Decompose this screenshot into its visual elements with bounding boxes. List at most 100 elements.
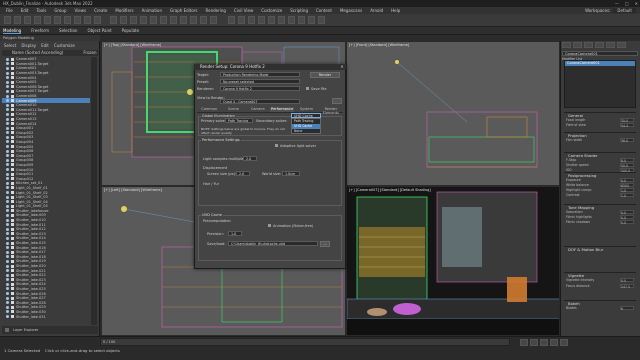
param-value[interactable]: 6 (620, 306, 634, 311)
visibility-icon[interactable] (6, 278, 9, 282)
visibility-icon[interactable] (6, 76, 9, 80)
prev-frame-icon[interactable] (530, 339, 538, 346)
rollout-tone-mapping[interactable]: Tone Mapping (564, 204, 636, 210)
close-icon[interactable]: ✕ (635, 1, 638, 6)
param-value[interactable]: 8.0 (620, 158, 634, 163)
save-file-checkbox[interactable] (306, 87, 309, 90)
view-to-render-select[interactable]: Quad 4 - Camera007 (220, 99, 300, 104)
visibility-icon[interactable] (6, 112, 9, 116)
visibility-icon[interactable] (6, 227, 9, 231)
go-start-icon[interactable] (520, 339, 528, 346)
stack-item[interactable]: CoronaCamera001 (565, 61, 635, 66)
explorer-tab-display[interactable]: Display (21, 43, 36, 49)
visibility-icon[interactable] (6, 99, 9, 103)
snap-icon[interactable] (170, 16, 177, 24)
param-value[interactable]: 1.0 (620, 193, 634, 198)
visibility-icon[interactable] (6, 181, 9, 185)
visibility-icon[interactable] (6, 269, 9, 273)
param-value[interactable]: 54.4 (620, 123, 634, 128)
visibility-icon[interactable] (6, 154, 9, 158)
visibility-icon[interactable] (6, 246, 9, 250)
visibility-icon[interactable] (6, 191, 9, 195)
uhd-file-path[interactable]: C:\Users\dublin_ik\uhdcache.uhd (228, 241, 318, 246)
menu-group[interactable]: Group (54, 8, 66, 13)
ribbon-tab-populate[interactable]: Populate (122, 28, 139, 33)
tab-scene[interactable]: Scene (221, 107, 245, 112)
maximize-icon[interactable]: □ (625, 1, 629, 6)
visibility-icon[interactable] (6, 264, 9, 268)
viewport-label-top[interactable]: [+] [Top] [Standard] [Wireframe] (104, 43, 161, 47)
explorer-tab-select[interactable]: Select (4, 43, 16, 49)
visibility-icon[interactable] (6, 255, 9, 259)
select-by-name-icon[interactable] (74, 16, 81, 24)
rollout-vignette[interactable]: Vignette (564, 272, 636, 278)
browse-button[interactable]: ... (320, 241, 330, 247)
utilities-tab-icon[interactable] (617, 42, 626, 48)
rollout-bokeh[interactable]: Bokeh (564, 300, 636, 306)
scene-explorer-icon[interactable] (258, 16, 265, 24)
menu-content[interactable]: Content (316, 8, 332, 13)
menu-file[interactable]: File (6, 8, 13, 13)
visibility-icon[interactable] (6, 103, 9, 107)
timeline-slider[interactable]: 0 / 100 (100, 338, 510, 346)
angle-snap-icon[interactable] (180, 16, 187, 24)
param-value[interactable]: 247.5 (620, 284, 634, 289)
visibility-icon[interactable] (6, 85, 9, 89)
motion-tab-icon[interactable] (595, 42, 604, 48)
window-crossing-icon[interactable] (94, 16, 101, 24)
workspace-value[interactable]: Default (613, 8, 636, 13)
viewport-label-front[interactable]: [+] [Front] [Standard] [Wireframe] (349, 43, 409, 47)
link-icon[interactable] (24, 16, 31, 24)
screen-size-input[interactable]: 2.0 (236, 171, 250, 176)
visibility-icon[interactable] (6, 250, 9, 254)
visibility-icon[interactable] (6, 168, 9, 172)
create-tab-icon[interactable] (562, 42, 571, 48)
column-name[interactable]: Name (Sorted Ascending) (12, 50, 63, 56)
explorer-tab-edit[interactable]: Edit (41, 43, 49, 49)
tab-performance[interactable]: Performance (269, 107, 295, 112)
mirror-icon[interactable] (228, 16, 235, 24)
schematic-icon[interactable] (278, 16, 285, 24)
list-item[interactable]: Shutter_lake.031 (2, 314, 90, 319)
visibility-icon[interactable] (6, 145, 9, 149)
visibility-icon[interactable] (6, 310, 9, 314)
world-size-input[interactable]: 1.0cm (282, 171, 300, 176)
menu-help[interactable]: Help (391, 8, 400, 13)
visibility-icon[interactable] (6, 305, 9, 309)
tab-camera[interactable]: Camera (246, 107, 270, 112)
pivot-icon[interactable] (160, 16, 167, 24)
ref-coord-icon[interactable] (150, 16, 157, 24)
menu-edit[interactable]: Edit (21, 8, 29, 13)
render-button[interactable]: Render (310, 72, 340, 78)
tab-common[interactable]: Common (197, 107, 221, 112)
dropdown-option[interactable]: None (292, 129, 320, 134)
precision-input[interactable]: 1.0 (228, 231, 242, 236)
rollout-general[interactable]: General (564, 112, 636, 118)
layers-icon[interactable] (248, 16, 255, 24)
curve-editor-icon[interactable] (268, 16, 275, 24)
hierarchy-tab-icon[interactable] (584, 42, 593, 48)
play-icon[interactable] (540, 339, 548, 346)
render-icon[interactable] (318, 16, 325, 24)
visibility-icon[interactable] (6, 209, 9, 213)
visibility-icon[interactable] (6, 94, 9, 98)
viewport-front[interactable]: [+] [Front] [Standard] [Wireframe] (346, 41, 560, 186)
lock-view-icon[interactable] (332, 98, 342, 104)
secondary-solver-dropdown[interactable]: Path Tracing UHD Cache None (291, 118, 321, 134)
visibility-icon[interactable] (6, 71, 9, 75)
visibility-icon[interactable] (6, 158, 9, 162)
dialog-close-icon[interactable]: ✕ (338, 64, 346, 70)
visibility-icon[interactable] (6, 241, 9, 245)
object-name-field[interactable]: CoronaCamera001 (562, 51, 638, 56)
rollout-camera-shader[interactable]: Camera Shader (564, 152, 636, 158)
menu-animation[interactable]: Animation (142, 8, 162, 13)
visibility-icon[interactable] (6, 296, 9, 300)
visibility-icon[interactable] (6, 117, 9, 121)
unlink-icon[interactable] (34, 16, 41, 24)
ribbon-tab-freeform[interactable]: Freeform (31, 28, 49, 33)
visibility-icon[interactable] (6, 149, 9, 153)
visibility-icon[interactable] (6, 89, 9, 93)
visibility-icon[interactable] (6, 186, 9, 190)
layer-explorer-label[interactable]: Layer Explorer (13, 328, 38, 332)
rect-region-icon[interactable] (84, 16, 91, 24)
